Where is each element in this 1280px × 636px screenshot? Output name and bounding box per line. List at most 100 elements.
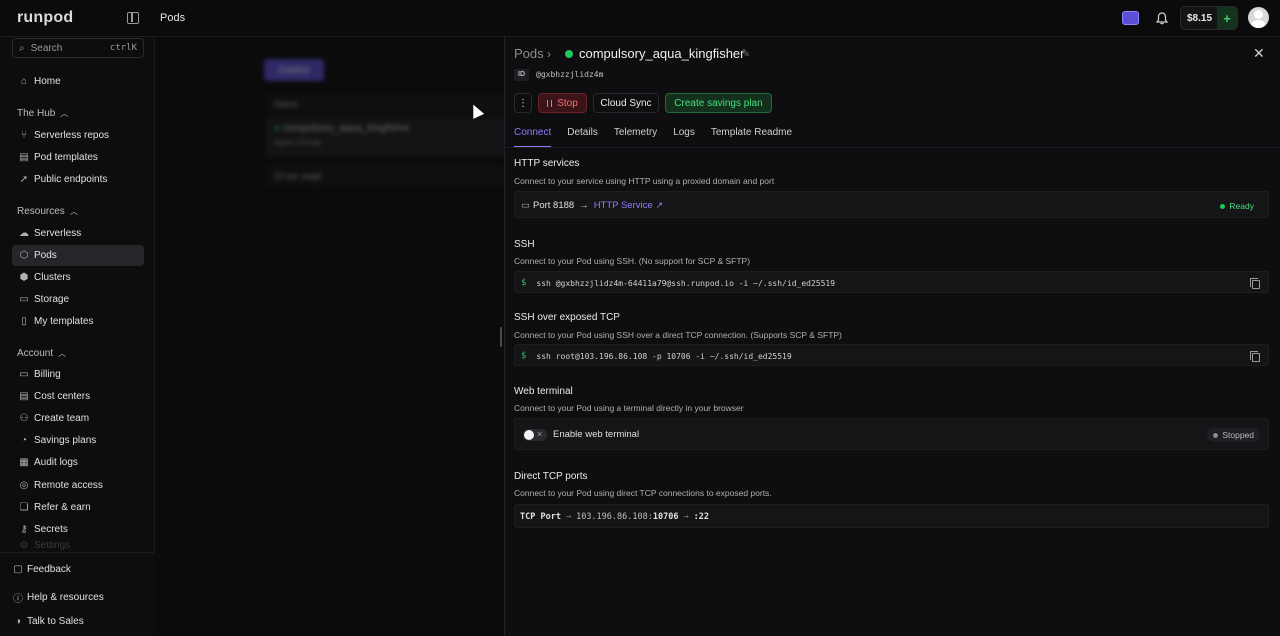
search-shortcut: ctrlK [109,43,137,53]
ssh-tcp-command-box: $ ssh root@103.196.86.108 -p 10706 -i ~/… [514,344,1269,366]
credit-amount: $8.15 [1187,12,1213,24]
sidebar-toggle-icon[interactable] [127,12,139,24]
sidebar-item-my-templates[interactable]: ▯ My templates [12,311,144,332]
web-terminal-status-label: Stopped [1222,430,1254,440]
page-breadcrumb: Pods [160,12,186,24]
sidebar-item-label: My templates [34,316,94,327]
sidebar-item-pods[interactable]: ⬡ Pods [12,245,144,266]
close-icon[interactable]: ✕ [1253,45,1265,62]
sidebar-item-remote-access[interactable]: ◎ Remote access [12,475,144,496]
sidebar-item-settings[interactable]: ⚙ Settings [12,540,144,552]
add-credit-button[interactable]: + [1217,7,1237,29]
headset-icon: ◑ [14,616,22,627]
sidebar-item-home[interactable]: ⌂ Home [12,71,144,92]
ready-dot [1220,203,1226,209]
pod-detail-panel: Pods › compulsory_aqua_kingfisher ✎ ✕ ID… [504,37,1280,636]
web-terminal-label: Enable web terminal [553,429,640,440]
sidebar-item-billing[interactable]: ▭ Billing [12,364,144,385]
key-icon: ⚷ [20,524,28,535]
sidebar-item-serverless-repos[interactable]: ⑂ Serverless repos [12,125,144,146]
ssh-command-text: ssh @gxbhzzjlidz4m-64411a79@ssh.runpod.i… [536,278,836,288]
pencil-icon[interactable]: ✎ [741,47,750,60]
sidebar-item-cost-centers[interactable]: ▤ Cost centers [12,386,144,407]
deploy-button[interactable]: Deploy [264,59,324,81]
tab-connect[interactable]: Connect [514,127,552,147]
chevron-up-icon: ︿ [69,207,78,216]
stop-button[interactable]: Stop [538,93,587,113]
help-resources-link[interactable]: ⓘ Help & resources [12,590,104,605]
runpod-logo[interactable]: runpod [17,9,73,27]
section-label: Account [17,348,54,359]
sidebar-item-savings-plans[interactable]: ◔ Savings plans [12,430,144,451]
copy-icon[interactable] [1250,351,1260,362]
tab-logs[interactable]: Logs [673,127,695,147]
sidebar-item-label: Billing [34,369,61,380]
sidebar-item-serverless[interactable]: ☁ Serverless [12,223,144,244]
per-page-select[interactable]: 10 per page [266,165,506,187]
credit-balance[interactable]: $8.15 + [1180,6,1238,30]
cloud-icon: ☁ [19,228,29,239]
resources-section-header[interactable]: Resources ︿ [17,206,78,217]
arrow-right-icon: → [565,512,572,522]
sidebar-item-label: Home [34,76,61,87]
ssh-tcp-desc: Connect to your Pod using SSH over a dir… [514,330,842,340]
sidebar-item-pod-templates[interactable]: ▤ Pod templates [12,147,144,168]
sidebar-item-public-endpoints[interactable]: ➚ Public endpoints [12,169,144,190]
sidebar-item-label: Audit logs [34,457,78,468]
sidebar-item-label: Serverless [34,228,82,239]
external-link-icon[interactable]: ↗ [656,200,664,211]
search-input[interactable]: ⌕ Search ctrlK [12,38,144,58]
sidebar-item-create-team[interactable]: ⚇ Create team [12,408,144,429]
sidebar-item-audit-logs[interactable]: ▦ Audit logs [12,452,144,473]
ssh-title: SSH [514,239,535,250]
monitor-icon: ▭ [521,200,530,211]
gift-icon: ❏ [19,502,29,513]
cloud-sync-button[interactable]: Cloud Sync [593,93,659,113]
more-actions-button[interactable]: ⋮ [514,93,532,113]
row-name: compulsory_aqua_kingfisher [282,123,411,134]
web-terminal-status: Stopped [1207,428,1260,442]
feedback-link[interactable]: ▢ Feedback [12,564,71,575]
tab-telemetry[interactable]: Telemetry [614,127,657,147]
sidebar-item-refer-earn[interactable]: ❏ Refer & earn [12,497,144,518]
tab-details[interactable]: Details [567,127,598,147]
copy-icon[interactable] [1250,278,1260,289]
sidebar-item-label: Create team [34,413,90,424]
ssh-command[interactable]: $ ssh @gxbhzzjlidz4m-64411a79@ssh.runpod… [521,278,835,288]
sidebar-item-label: Secrets [34,524,68,535]
home-icon: ⌂ [20,76,28,87]
tab-template-readme[interactable]: Template Readme [711,127,792,147]
create-savings-plan-button[interactable]: Create savings plan [665,93,772,113]
web-terminal-toggle[interactable]: ✕ [523,429,547,441]
pods-list-background: Deploy Name ● compulsory_aqua_kingfisher… [156,37,506,636]
rocket-icon: ➚ [19,174,29,185]
http-services-desc: Connect to your service using HTTP using… [514,176,775,186]
tcp-port-mapping[interactable]: TCP Port → 103.196.86.108:10706 → :22 [520,512,709,522]
http-service-link[interactable]: HTTP Service [594,200,653,211]
sidebar-item-label: Settings [34,540,71,551]
panel-breadcrumb-pods[interactable]: Pods [514,46,544,61]
panel-resize-handle[interactable] [500,327,502,347]
stop-label: Stop [557,97,578,109]
sidebar-item-clusters[interactable]: ⬢ Clusters [12,267,144,288]
search-icon: ⌕ [19,42,25,54]
ssh-tcp-command[interactable]: $ ssh root@103.196.86.108 -p 10706 -i ~/… [521,351,792,361]
sidebar-item-storage[interactable]: ▭ Storage [12,289,144,310]
rewards-icon[interactable] [1122,11,1139,25]
sidebar-item-label: Pod templates [34,152,98,163]
logs-icon: ▦ [19,457,29,468]
chat-icon: ▢ [13,564,23,575]
bell-icon[interactable] [1155,6,1169,30]
web-terminal-desc: Connect to your Pod using a terminal dir… [514,403,744,413]
prompt-icon: $ [521,351,527,361]
web-terminal-title: Web terminal [514,386,573,397]
account-section-header[interactable]: Account ︿ [17,348,66,359]
table-row[interactable]: ● compulsory_aqua_kingfisher 4goto-2/nod… [266,117,506,157]
sidebar-item-secrets[interactable]: ⚷ Secrets [12,519,144,540]
ssh-tcp-command-text: ssh root@103.196.86.108 -p 10706 -i ~/.s… [536,351,792,361]
user-avatar[interactable] [1248,7,1269,28]
sidebar-item-label: Refer & earn [34,502,91,513]
hub-section-header[interactable]: The Hub ︿ [17,108,68,119]
ssh-tcp-title: SSH over exposed TCP [514,312,620,323]
talk-to-sales-link[interactable]: ◑ Talk to Sales [12,616,84,627]
